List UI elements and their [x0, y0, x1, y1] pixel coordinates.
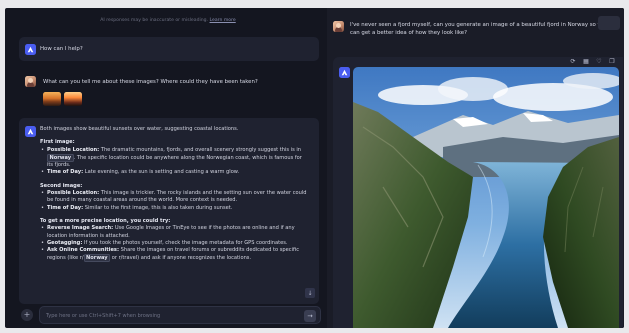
item-label: Time of Day:: [47, 169, 84, 176]
response-body: Both images show beautiful sunsets over …: [40, 126, 308, 263]
item-label: Geotagging:: [47, 239, 83, 246]
list-item: Geotagging: If you took the photos yours…: [40, 239, 308, 248]
window-control[interactable]: [598, 16, 620, 30]
first-image-list: Possible Location: The dramatic mountain…: [40, 147, 308, 177]
list-item: Possible Location: The dramatic mountain…: [40, 147, 308, 170]
list-item: Reverse Image Search: Use Google Images …: [40, 225, 308, 240]
send-button[interactable]: →: [304, 310, 316, 322]
user-message: What can you tell me about these images?…: [25, 72, 321, 114]
assistant-avatar-icon: [25, 126, 36, 137]
precise-location-heading: To get a more precise location, you coul…: [40, 217, 171, 224]
location-tag[interactable]: Norway: [47, 153, 74, 162]
chat-pane: AI responses may be inaccurate or mislea…: [13, 8, 323, 328]
assistant-avatar-icon: [339, 67, 350, 78]
greeting-text: How can I help?: [40, 46, 83, 52]
second-image-list: Possible Location: This image is trickie…: [40, 190, 308, 212]
grid-icon[interactable]: ▦: [581, 57, 591, 66]
item-label: Time of Day:: [47, 204, 84, 211]
item-text: or r/travel) and ask if anyone recognize…: [110, 255, 252, 262]
item-label: Ask Online Communities:: [47, 247, 119, 254]
add-attachment-button[interactable]: +: [21, 309, 33, 321]
user-question-text: What can you tell me about these images?…: [43, 79, 258, 85]
copy-icon[interactable]: ❐: [607, 57, 617, 66]
user-message: I've never seen a fjord myself, can you …: [333, 16, 621, 50]
user-question-text: I've never seen a fjord myself, can you …: [350, 22, 612, 36]
item-text: . The specific location could be anywher…: [47, 154, 302, 169]
attached-image-thumbnail[interactable]: [43, 92, 61, 106]
list-item: Time of Day: Late evening, as the sun is…: [40, 169, 308, 177]
user-avatar: [25, 76, 36, 87]
item-label: Possible Location:: [47, 190, 100, 197]
attached-image-thumbnail[interactable]: [64, 92, 82, 106]
list-item: Time of Day: Similar to the first image,…: [40, 204, 308, 213]
item-text: Similar to the first image, this is also…: [84, 204, 233, 211]
item-text: Late evening, as the sun is setting and …: [84, 169, 240, 176]
image-pane: I've never seen a fjord myself, can you …: [327, 8, 624, 328]
image-toolbar: ⟳ ▦ ♡ ❐: [568, 57, 617, 66]
disclaimer-text: AI responses may be inaccurate or mislea…: [100, 18, 209, 23]
refresh-icon[interactable]: ⟳: [568, 57, 578, 66]
scroll-down-button[interactable]: ↓: [305, 288, 315, 298]
second-image-heading: Second image:: [40, 182, 83, 189]
location-tag[interactable]: Norway: [83, 254, 111, 263]
assistant-greeting: How can I help?: [19, 37, 319, 61]
precise-location-list: Reverse Image Search: Use Google Images …: [40, 225, 308, 263]
response-intro: Both images show beautiful sunsets over …: [40, 126, 239, 132]
generated-image-card: ⟳ ▦ ♡ ❐: [333, 57, 623, 328]
item-text: The dramatic mountains, fjords, and over…: [100, 146, 302, 153]
assistant-avatar-icon: [25, 43, 36, 55]
item-text: If you took the photos yourself, check t…: [83, 239, 288, 246]
message-input[interactable]: [46, 311, 296, 321]
generated-fjord-image[interactable]: [353, 67, 619, 328]
list-item: Possible Location: This image is trickie…: [40, 190, 308, 205]
arrow-down-icon: ↓: [307, 289, 313, 297]
item-label: Possible Location:: [47, 146, 100, 153]
thumb-icon[interactable]: ♡: [594, 57, 604, 66]
attached-images: [43, 92, 82, 106]
disclaimer: AI responses may be inaccurate or mislea…: [13, 18, 323, 23]
message-input-container: →: [39, 306, 321, 324]
assistant-response: Both images show beautiful sunsets over …: [19, 118, 319, 304]
input-bar: + →: [21, 306, 323, 324]
app-window: AI responses may be inaccurate or mislea…: [5, 8, 624, 328]
user-avatar: [333, 21, 344, 32]
list-item: Ask Online Communities: Share the images…: [40, 247, 308, 263]
item-label: Reverse Image Search:: [47, 225, 114, 232]
learn-more-link[interactable]: Learn more: [210, 18, 236, 23]
first-image-heading: First image:: [40, 139, 75, 146]
